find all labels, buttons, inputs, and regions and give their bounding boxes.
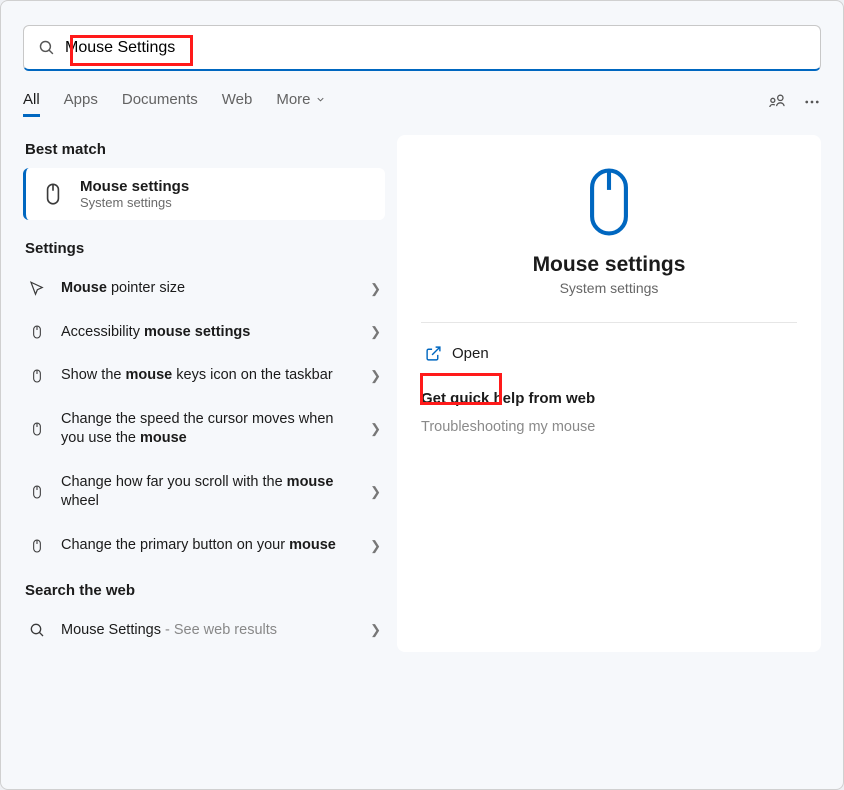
setting-mouse-keys-taskbar[interactable]: Show the mouse keys icon on the taskbar … — [23, 354, 385, 398]
settings-heading: Settings — [23, 234, 385, 267]
tabs-row: All Apps Documents Web More — [23, 91, 821, 117]
best-match-text: Mouse settings System settings — [80, 178, 189, 210]
more-options-icon[interactable] — [803, 93, 821, 116]
search-web-heading: Search the web — [23, 576, 385, 609]
search-input[interactable] — [65, 39, 806, 57]
tab-web[interactable]: Web — [222, 91, 253, 117]
setting-label: Mouse pointer size — [61, 279, 356, 299]
search-icon — [38, 39, 55, 56]
filter-tabs: All Apps Documents Web More — [23, 91, 326, 117]
help-link-troubleshoot[interactable]: Troubleshooting my mouse — [421, 419, 595, 435]
chevron-right-icon: ❯ — [370, 281, 381, 297]
mouse-icon — [27, 324, 47, 340]
setting-cursor-speed[interactable]: Change the speed the cursor moves when y… — [23, 398, 385, 461]
setting-scroll-wheel[interactable]: Change how far you scroll with the mouse… — [23, 461, 385, 524]
chevron-right-icon: ❯ — [370, 368, 381, 384]
divider — [421, 322, 797, 323]
mouse-icon — [27, 368, 47, 384]
setting-label: Change the primary button on your mouse — [61, 536, 356, 556]
results-left: Best match Mouse settings System setting… — [23, 135, 385, 652]
best-match-result[interactable]: Mouse settings System settings — [23, 168, 385, 220]
toolbar-right — [767, 92, 821, 117]
setting-accessibility-mouse[interactable]: Accessibility mouse settings ❯ — [23, 311, 385, 355]
pointer-icon — [27, 280, 47, 298]
setting-label: Accessibility mouse settings — [61, 323, 356, 343]
chevron-right-icon: ❯ — [370, 484, 381, 500]
chevron-right-icon: ❯ — [370, 538, 381, 554]
preview-mouse-icon — [421, 165, 797, 239]
preview-panel: Mouse settings System settings Open Get … — [397, 135, 821, 652]
best-match-heading: Best match — [23, 135, 385, 168]
tab-more-label: More — [276, 91, 310, 108]
tab-documents[interactable]: Documents — [122, 91, 198, 117]
preview-title: Mouse settings — [421, 253, 797, 277]
best-match-subtitle: System settings — [80, 195, 189, 210]
mouse-icon — [27, 538, 47, 554]
mouse-icon — [40, 181, 66, 207]
web-result-label: Mouse Settings - See web results — [61, 621, 356, 641]
search-window: All Apps Documents Web More Best match — [0, 0, 844, 790]
tab-all[interactable]: All — [23, 91, 40, 117]
chevron-right-icon: ❯ — [370, 421, 381, 437]
setting-mouse-pointer-size[interactable]: Mouse pointer size ❯ — [23, 267, 385, 311]
setting-label: Show the mouse keys icon on the taskbar — [61, 366, 356, 386]
web-result[interactable]: Mouse Settings - See web results ❯ — [23, 609, 385, 653]
open-label: Open — [452, 345, 489, 362]
setting-label: Change the speed the cursor moves when y… — [61, 410, 356, 449]
mouse-icon — [27, 421, 47, 437]
chevron-right-icon: ❯ — [370, 622, 381, 638]
setting-primary-button[interactable]: Change the primary button on your mouse … — [23, 524, 385, 568]
search-icon — [27, 622, 47, 638]
setting-label: Change how far you scroll with the mouse… — [61, 473, 356, 512]
chevron-down-icon — [315, 94, 326, 105]
help-heading: Get quick help from web — [421, 390, 797, 407]
account-icon[interactable] — [767, 92, 787, 117]
best-match-title: Mouse settings — [80, 178, 189, 195]
chevron-right-icon: ❯ — [370, 324, 381, 340]
preview-subtitle: System settings — [421, 280, 797, 296]
mouse-icon — [27, 484, 47, 500]
tab-apps[interactable]: Apps — [64, 91, 98, 117]
open-action[interactable]: Open — [421, 339, 493, 368]
open-external-icon — [425, 345, 442, 362]
tab-more[interactable]: More — [276, 91, 325, 117]
search-bar[interactable] — [23, 25, 821, 71]
